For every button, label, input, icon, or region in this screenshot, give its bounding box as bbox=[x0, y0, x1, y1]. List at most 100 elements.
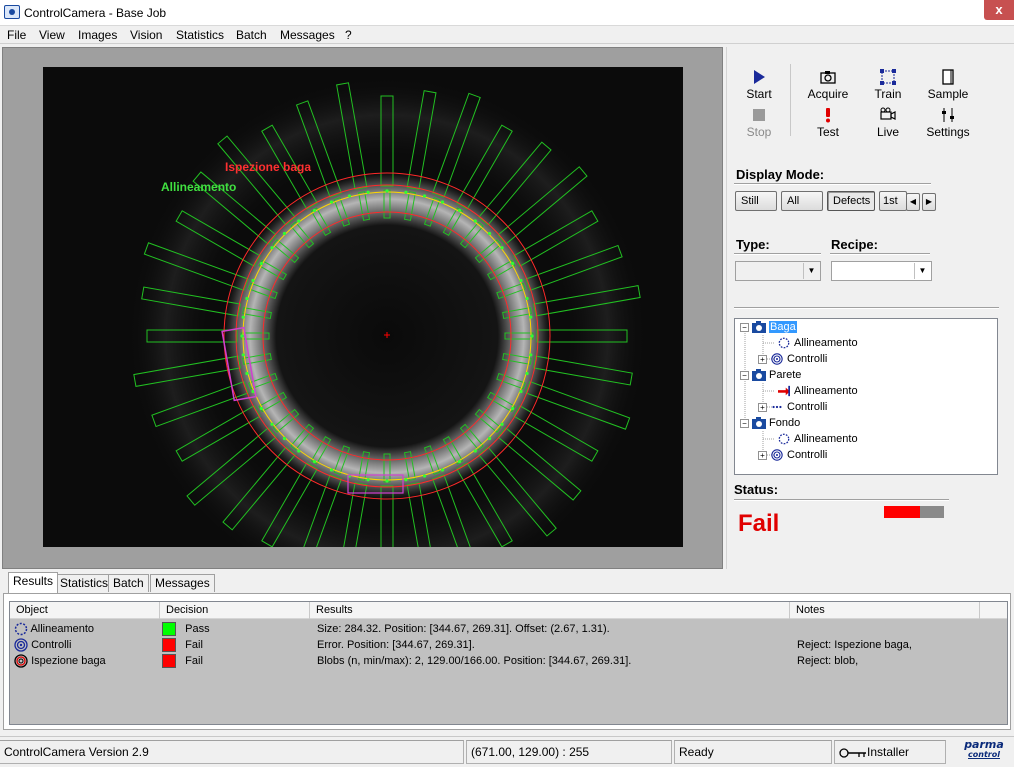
object-name: Controlli bbox=[31, 639, 72, 651]
video-camera-icon bbox=[880, 107, 896, 120]
column-decision[interactable]: Decision bbox=[160, 602, 310, 619]
edge-point bbox=[457, 208, 462, 213]
decision-cell: Fail bbox=[162, 653, 203, 669]
job-tree[interactable]: − Baga Allineamento + Controlli − Parete Al… bbox=[734, 318, 998, 475]
dashed-circle-icon bbox=[778, 433, 790, 445]
edge-point bbox=[510, 261, 515, 266]
status-value: Fail bbox=[738, 510, 780, 537]
collapse-icon[interactable]: − bbox=[740, 322, 749, 332]
result-cell: Blobs (n, min/max): 2, 129.00/166.00. Po… bbox=[317, 655, 632, 667]
live-label: Live bbox=[876, 125, 899, 139]
title-bar: ControlCamera - Base Job x bbox=[0, 0, 1014, 26]
close-button[interactable]: x bbox=[984, 0, 1014, 20]
recipe-select[interactable]: ▼ bbox=[831, 261, 932, 281]
table-row[interactable]: Controlli Fail Error. Position: [344.67,… bbox=[10, 637, 1007, 653]
menu-file[interactable]: File bbox=[7, 28, 26, 42]
edge-point bbox=[282, 436, 287, 441]
edge-point bbox=[440, 200, 445, 204]
sample-button[interactable]: Sample bbox=[920, 69, 976, 101]
column-object[interactable]: Object bbox=[10, 602, 160, 619]
target-icon bbox=[771, 353, 783, 365]
menu-help[interactable]: ? bbox=[345, 28, 352, 42]
window-title: ControlCamera - Base Job bbox=[24, 6, 167, 20]
tree-node-controlli[interactable]: + Controlli bbox=[758, 351, 827, 367]
acquire-button[interactable]: Acquire bbox=[800, 69, 856, 101]
menu-view[interactable]: View bbox=[39, 28, 65, 42]
camera-icon bbox=[752, 369, 766, 382]
test-label: Test bbox=[816, 125, 839, 139]
tab-batch[interactable]: Batch bbox=[108, 574, 149, 592]
camera-image[interactable]: Ispezione baga Allineamento bbox=[43, 67, 683, 596]
section-divider bbox=[734, 307, 999, 309]
expand-icon[interactable]: + bbox=[758, 354, 767, 364]
stop-button[interactable]: Stop bbox=[731, 107, 787, 139]
tab-messages[interactable]: Messages bbox=[150, 574, 215, 592]
app-state: Ready bbox=[674, 740, 832, 764]
column-results[interactable]: Results bbox=[310, 602, 790, 619]
expand-icon[interactable]: + bbox=[758, 402, 767, 412]
object-cell: Ispezione baga bbox=[14, 653, 106, 669]
table-row[interactable]: Ispezione baga Fail Blobs (n, min/max): … bbox=[10, 653, 1007, 669]
logo-line1: parma bbox=[964, 738, 1004, 751]
live-button[interactable]: Live bbox=[860, 107, 916, 139]
target-icon bbox=[14, 638, 28, 652]
tree-node-label: Controlli bbox=[787, 449, 828, 461]
edge-point bbox=[297, 449, 301, 453]
menu-batch[interactable]: Batch bbox=[236, 28, 267, 42]
menu-images[interactable]: Images bbox=[78, 28, 117, 42]
display-still-button[interactable]: Still bbox=[735, 191, 777, 211]
tree-node-allineamento[interactable]: Allineamento bbox=[777, 383, 858, 399]
dashed-circle-icon bbox=[14, 622, 28, 636]
tree-node-label: Allineamento bbox=[794, 337, 858, 349]
results-table[interactable]: Object Decision Results Notes Allineamen… bbox=[9, 601, 1008, 725]
sliders-icon bbox=[942, 108, 954, 122]
settings-button[interactable]: Settings bbox=[920, 107, 976, 139]
camera-icon bbox=[820, 71, 836, 84]
test-button[interactable]: Test bbox=[800, 107, 856, 139]
scroll-right-button[interactable]: ▶ bbox=[922, 193, 936, 211]
table-row[interactable]: Allineamento Pass Size: 284.32. Position… bbox=[10, 621, 1007, 637]
edge-point bbox=[240, 334, 244, 338]
object-cell: Controlli bbox=[14, 637, 71, 653]
edge-point bbox=[251, 278, 255, 283]
notes-cell: Reject: Ispezione baga, bbox=[797, 639, 912, 651]
tree-node-controlli[interactable]: + Controlli bbox=[758, 399, 827, 415]
tree-node-allineamento[interactable]: Allineamento bbox=[777, 335, 858, 351]
play-icon bbox=[754, 70, 765, 84]
display-defects-button[interactable]: Defects bbox=[827, 191, 875, 211]
tree-node-label: Parete bbox=[769, 369, 802, 381]
menu-statistics[interactable]: Statistics bbox=[176, 28, 224, 42]
edge-point bbox=[329, 468, 334, 472]
column-notes[interactable]: Notes bbox=[790, 602, 980, 619]
display-first-defect-button[interactable]: 1st D bbox=[879, 191, 907, 211]
collapse-icon[interactable]: − bbox=[740, 418, 749, 428]
scroll-left-button[interactable]: ◀ bbox=[906, 193, 920, 211]
type-select[interactable]: ▼ bbox=[735, 261, 821, 281]
tree-node-parete[interactable]: − Parete bbox=[740, 367, 801, 383]
tree-node-controlli[interactable]: + Controlli bbox=[758, 447, 827, 463]
tab-results[interactable]: Results bbox=[8, 572, 59, 593]
edge-point bbox=[404, 478, 408, 482]
tree-node-allineamento[interactable]: Allineamento bbox=[777, 431, 858, 447]
tab-statistics[interactable]: Statistics bbox=[55, 574, 114, 592]
ring-inspection-icon bbox=[14, 654, 28, 668]
version-text: ControlCamera Version 2.9 bbox=[0, 740, 464, 764]
decision-text: Pass bbox=[185, 623, 210, 635]
edge-point bbox=[519, 278, 523, 283]
collapse-icon[interactable]: − bbox=[740, 370, 749, 380]
user-level[interactable]: Installer bbox=[834, 740, 946, 764]
edge-point bbox=[422, 194, 427, 198]
parma-control-logo: parma control bbox=[960, 738, 1008, 762]
menu-vision[interactable]: Vision bbox=[130, 28, 162, 42]
start-button[interactable]: Start bbox=[731, 69, 787, 101]
stop-label: Stop bbox=[746, 125, 772, 139]
train-button[interactable]: Train bbox=[860, 69, 916, 101]
tree-node-baga[interactable]: − Baga bbox=[740, 319, 797, 335]
tree-node-label: Allineamento bbox=[794, 433, 858, 445]
menu-messages[interactable]: Messages bbox=[280, 28, 335, 42]
dots-icon bbox=[772, 405, 782, 409]
results-header: Object Decision Results Notes bbox=[10, 602, 1007, 619]
expand-icon[interactable]: + bbox=[758, 450, 767, 460]
display-all-button[interactable]: All bbox=[781, 191, 823, 211]
tree-node-fondo[interactable]: − Fondo bbox=[740, 415, 800, 431]
